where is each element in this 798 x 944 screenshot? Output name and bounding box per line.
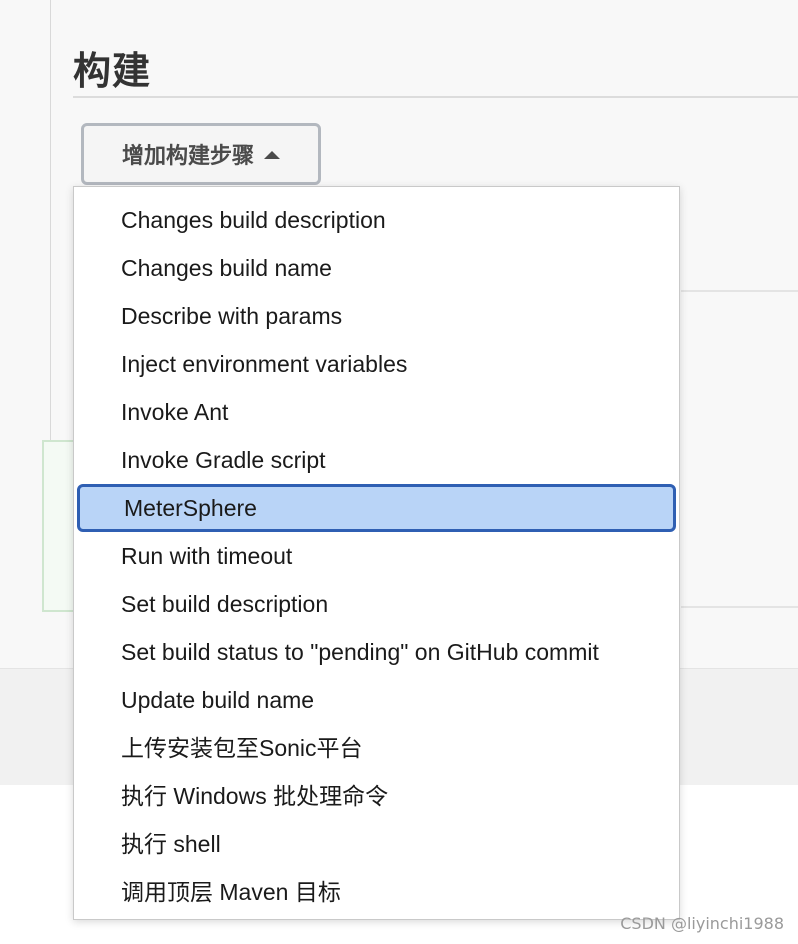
background-config-box [42,440,74,612]
menu-item-describe-with-params[interactable]: Describe with params [74,292,679,340]
menu-item-execute-windows-batch[interactable]: 执行 Windows 批处理命令 [74,772,679,820]
menu-item-invoke-gradle-script[interactable]: Invoke Gradle script [74,436,679,484]
add-build-step-button[interactable]: 增加构建步骤 [81,123,321,185]
menu-item-set-build-status-pending[interactable]: Set build status to "pending" on GitHub … [74,628,679,676]
menu-item-run-with-timeout[interactable]: Run with timeout [74,532,679,580]
menu-item-metersphere[interactable]: MeterSphere [77,484,676,532]
menu-item-upload-package-sonic[interactable]: 上传安装包至Sonic平台 [74,724,679,772]
menu-item-update-build-name[interactable]: Update build name [74,676,679,724]
menu-item-inject-environment-variables[interactable]: Inject environment variables [74,340,679,388]
menu-item-set-build-description[interactable]: Set build description [74,580,679,628]
menu-item-changes-build-description[interactable]: Changes build description [74,196,679,244]
caret-up-icon [264,151,280,159]
add-build-step-label: 增加构建步骤 [121,144,254,169]
build-step-dropdown-menu: Changes build description Changes build … [73,186,680,920]
section-divider [73,96,798,98]
watermark: CSDN @liyinchi1988 [620,914,784,933]
menu-item-invoke-maven-targets[interactable]: 调用顶层 Maven 目标 [74,868,679,916]
menu-item-changes-build-name[interactable]: Changes build name [74,244,679,292]
section-title: 构建 [73,49,152,93]
background-panel [681,290,798,608]
menu-item-execute-shell[interactable]: 执行 shell [74,820,679,868]
menu-item-invoke-ant[interactable]: Invoke Ant [74,388,679,436]
